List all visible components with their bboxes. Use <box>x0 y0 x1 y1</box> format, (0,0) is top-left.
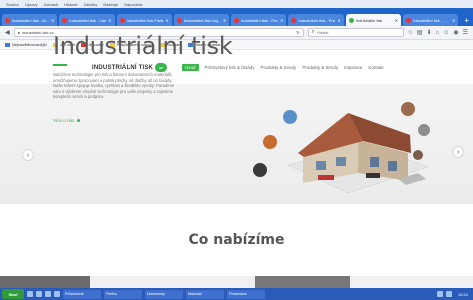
close-tab-icon[interactable]: ✕ <box>337 18 340 23</box>
nav-contact[interactable]: Kontakt <box>368 65 383 70</box>
browser-tab[interactable]: Industriální tisk - ... ✕ <box>403 14 459 26</box>
taskbar-item[interactable]: Firefox <box>104 289 142 299</box>
search-box[interactable]: ⌕ <box>307 28 404 37</box>
section-strip <box>0 276 473 288</box>
section-title: Co nabízíme <box>188 232 285 248</box>
close-tab-icon[interactable]: ✕ <box>223 18 226 23</box>
tab-title: Industriální tisk - Land... <box>69 17 107 23</box>
nav-products[interactable]: Produkty & trendy <box>261 65 297 70</box>
browser-menubar: Soubor Úpravy Zobrazit Historie Záložky … <box>0 0 473 8</box>
url-text: industrialni-tisk.cz <box>22 30 54 35</box>
favicon-icon <box>291 17 297 23</box>
bookmark-icon <box>5 42 10 47</box>
taskbar-item[interactable]: Průzkumník <box>63 289 101 299</box>
shield-icon[interactable]: ◉ <box>453 29 458 36</box>
tab-title: Industriální tisk - Pro... <box>298 17 336 23</box>
clock[interactable]: 10:24 <box>455 292 471 297</box>
nav-home[interactable]: Úvod <box>182 64 199 71</box>
lock-icon: ● <box>17 30 21 35</box>
menu-history[interactable]: Historie <box>64 2 78 7</box>
close-tab-icon[interactable]: ✕ <box>51 18 54 23</box>
house-illustration <box>253 102 430 194</box>
star-icon[interactable]: ☆ <box>408 29 413 36</box>
hero-text: Nabízíme technologie pro tisk a barvení … <box>53 72 175 100</box>
quicklaunch-icon[interactable] <box>36 291 42 297</box>
quicklaunch-icon[interactable] <box>54 291 60 297</box>
browser-tab[interactable]: Industriální tisk - Ar... ✕ <box>2 14 58 26</box>
close-tab-icon[interactable]: ✕ <box>452 18 455 23</box>
menu-bookmarks[interactable]: Záložky <box>84 2 98 7</box>
quicklaunch-icon[interactable] <box>27 291 33 297</box>
menu-view[interactable]: Zobrazit <box>44 2 58 7</box>
browser-tab[interactable]: Industriální tisk - Pro... ✕ <box>231 14 287 26</box>
hero-accent-bar <box>53 64 67 66</box>
nav-inspiration[interactable]: Inspirace <box>344 65 362 70</box>
favicon-icon <box>176 17 182 23</box>
logo-mark: cz <box>155 63 168 72</box>
os-taskbar: Start Průzkumník Firefox Dokumenty Malov… <box>0 288 473 300</box>
reload-icon[interactable]: ↻ <box>296 30 299 35</box>
tab-title: Industriální tisk - Ar... <box>12 17 49 23</box>
chat-icon[interactable]: ☺ <box>443 30 449 36</box>
tab-title: Industriální tisk <box>355 17 383 23</box>
bookmark-item[interactable]: Nejnavštěvovanější <box>5 42 47 47</box>
tab-title: Industriální tisk vlaj... <box>183 17 221 23</box>
close-tab-icon[interactable]: ✕ <box>280 18 283 23</box>
browser-tab[interactable]: Industriální tisk vlaj... ✕ <box>173 14 230 26</box>
slider-next-button[interactable]: › <box>452 146 464 158</box>
more-label: Více o nás <box>53 118 75 123</box>
menu-tools[interactable]: Nástroje <box>103 2 118 7</box>
search-icon: ⌕ <box>311 29 315 35</box>
menu-help[interactable]: Nápověda <box>124 2 142 7</box>
browser-tab[interactable]: Industriální tisk - Pro... ✕ <box>288 14 344 26</box>
hero-more-link[interactable]: Více o nás <box>53 118 81 123</box>
nav-products-2[interactable]: Produkty & trendy <box>302 65 338 70</box>
volume-icon[interactable] <box>445 291 452 297</box>
start-button[interactable]: Start <box>2 289 24 299</box>
new-tab-button[interactable]: + <box>460 16 473 26</box>
favicon-icon <box>406 17 412 23</box>
browser-tab-active[interactable]: Industriální tisk ✕ <box>345 14 402 26</box>
tab-title: Industriální tisk - Pro... <box>241 17 279 23</box>
favicon-icon <box>5 17 10 23</box>
logo-text: INDUSTRIÁLNÍ TISK <box>92 64 154 71</box>
site-nav: Úvod Průmyslový tisk & fasády Produkty &… <box>182 64 384 71</box>
favicon-icon <box>62 17 68 23</box>
favicon-icon <box>119 17 125 23</box>
hero-title: Industriální tisk <box>53 32 233 60</box>
home-icon[interactable]: ⌂ <box>436 30 440 36</box>
taskbar-item[interactable]: Malování <box>186 289 224 299</box>
menu-file[interactable]: Soubor <box>6 2 19 7</box>
arrow-dot-icon <box>77 119 81 122</box>
section-image-left <box>0 276 90 288</box>
close-tab-icon[interactable]: ✕ <box>166 18 169 23</box>
download-icon[interactable]: ⬇ <box>427 29 432 36</box>
network-icon[interactable] <box>436 291 443 297</box>
close-tab-icon[interactable]: ✕ <box>395 18 398 23</box>
browser-tab[interactable]: Industriální tisk Fácb... ✕ <box>116 14 172 26</box>
browser-tab[interactable]: Industriální tisk - Land...✕ <box>59 14 115 26</box>
favicon-icon <box>348 17 354 23</box>
favicon-icon <box>234 17 240 23</box>
taskbar-item[interactable]: Dokumenty <box>145 289 183 299</box>
section-image-right <box>255 276 350 288</box>
quicklaunch-icon[interactable] <box>45 291 51 297</box>
close-tab-icon[interactable]: ✕ <box>108 18 111 23</box>
bookmark-label: Nejnavštěvovanější <box>12 42 47 47</box>
tab-title: Industriální tisk Fácb... <box>126 17 164 23</box>
back-icon[interactable]: ◀ <box>5 29 10 36</box>
site-logo[interactable]: INDUSTRIÁLNÍ TISK cz <box>92 63 168 72</box>
menu-icon[interactable]: ☰ <box>463 29 468 36</box>
menu-edit[interactable]: Úpravy <box>25 2 38 7</box>
tab-title: Industriální tisk - ... <box>413 17 447 23</box>
browser-tabbar: Industriální tisk - Ar... ✕ Industriální … <box>0 8 473 26</box>
taskbar-item[interactable]: Prezentace <box>227 289 265 299</box>
slider-prev-button[interactable]: ‹ <box>22 149 34 161</box>
system-tray: 10:24 <box>436 291 471 297</box>
library-icon[interactable]: ▤ <box>417 29 423 36</box>
nav-industrial-print[interactable]: Průmyslový tisk & fasády <box>205 65 255 70</box>
search-input[interactable] <box>316 30 397 35</box>
